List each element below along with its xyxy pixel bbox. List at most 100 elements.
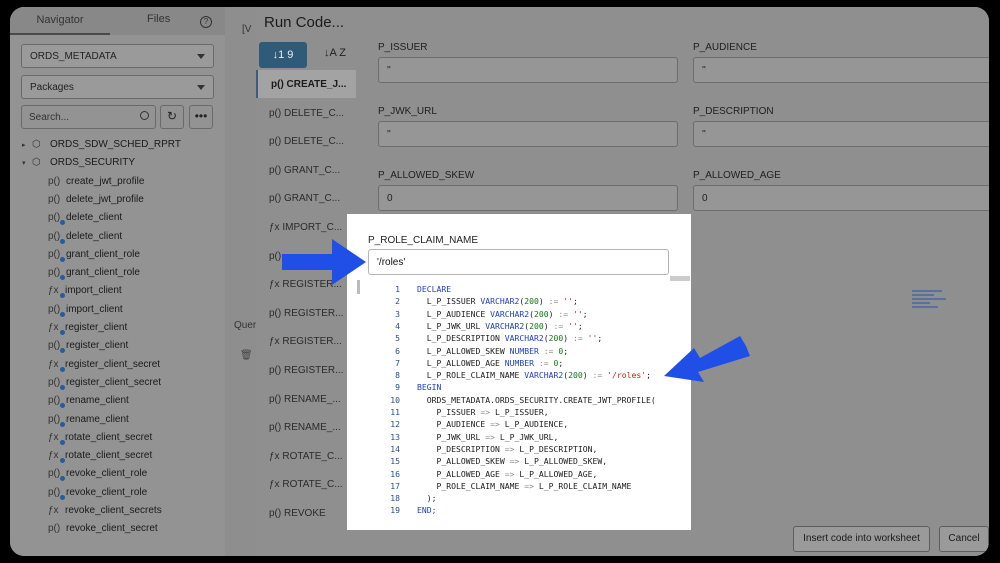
line-number: 15 [390,456,400,467]
tree-item[interactable]: p() delete_client [48,212,122,230]
tree-item[interactable]: p() register_client_secret [48,377,161,395]
procedure-list-item[interactable]: ƒx ROTATE_C... [256,442,356,470]
tree-item[interactable]: ƒx revoke_client_secrets [48,505,162,523]
tree-item[interactable]: p() grant_client_role [48,249,140,267]
tree-item-label: rename_client [66,395,129,407]
cancel-button[interactable]: Cancel [939,526,989,552]
object-type-select-value: Packages [30,82,74,93]
chevron-right-icon[interactable]: ▸ [22,141,32,149]
line-number: 4 [395,320,400,331]
procedure-list-label: GRANT_C... [284,164,341,176]
tree-item-label: grant_client_role [66,267,140,279]
procedure-list-label: ROTATE_C... [282,479,343,491]
tab-files[interactable]: Files [147,13,170,25]
procedure-icon: p() [269,107,284,119]
tree-item[interactable]: ƒx register_client [48,322,127,340]
function-icon: ƒx [269,450,283,462]
scrollbar-thumb[interactable] [670,276,690,281]
search-input[interactable]: Search... [21,105,156,129]
procedure-icon: p() [48,193,61,205]
procedure-list-label: IMPORT_C... [282,222,343,233]
procedure-list-label: RENAME_... [284,422,341,434]
object-type-select[interactable]: Packages [21,75,214,99]
procedure-list-label: GRANT_C... [284,193,341,205]
tree-item-label: rename_client [66,413,129,425]
procedure-icon: p() [269,193,284,205]
procedure-list-item[interactable]: p() GRANT_C... [256,184,356,212]
tree-item[interactable]: p() delete_jwt_profile [48,194,144,212]
procedure-list-item[interactable]: p() DELETE_C... [256,99,356,127]
refresh-button[interactable]: ↻ [160,105,184,129]
p-description-input[interactable]: '' [693,121,989,147]
code-text: L_P_ISSUER VARCHAR2(200) := ''; [426,296,578,307]
procedure-list-item[interactable]: ƒx ROTATE_C... [256,470,356,498]
tree-item[interactable]: ƒx register_client_secret [48,359,160,377]
code-text: L_P_AUDIENCE VARCHAR2(200) := ''; [426,308,588,319]
p-audience-input[interactable]: '' [693,57,989,83]
procedure-list-item[interactable]: ƒx REGISTER... [256,327,356,355]
p-allowed-skew-input[interactable]: 0 [378,185,678,211]
tree-item-label: register_client [66,340,129,352]
line-number: 1 [395,284,400,294]
procedure-list-item[interactable]: p() CREATE_J... [256,70,356,98]
tree-item[interactable]: p() revoke_client_role [48,487,147,505]
insert-code-button[interactable]: Insert code into worksheet [793,526,930,552]
sort-by-position-button[interactable]: ↓1 9 [259,42,307,68]
tree-item[interactable]: ƒx rotate_client_secret [48,450,152,468]
p-role-claim-name-input[interactable]: '/roles' [368,249,669,275]
procedure-icon: p() [269,136,284,148]
procedure-list-item[interactable]: p() REVOKE [256,499,356,527]
more-actions-button[interactable]: ••• [189,105,213,129]
sort-alphabetical-button[interactable]: ↓A Z [324,47,346,59]
refresh-icon: ↻ [166,109,178,123]
procedure-list-item[interactable]: p() REGISTER... [256,299,356,327]
code-text: L_P_ROLE_CLAIM_NAME VARCHAR2(200) := '/r… [426,370,651,381]
help-icon[interactable]: ? [200,16,212,28]
procedure-list-item[interactable]: p() RENAME_... [256,413,356,441]
function-icon: ƒx [48,505,59,516]
function-icon: ƒx [48,285,65,299]
code-text: END; [417,505,437,516]
tree-item[interactable]: p() revoke_client_secret [48,523,158,541]
tree-item[interactable]: p() delete_client [48,231,122,249]
code-text: L_P_JWK_URL VARCHAR2(200) := ''; [426,320,583,331]
tree-item[interactable]: ▸ ⬡ ORDS_SDW_SCHED_RPRT [22,139,181,157]
schema-select[interactable]: ORDS_METADATA [21,44,214,68]
line-number: 16 [390,468,400,479]
procedure-list-item[interactable]: p() RENAME_... [256,385,356,413]
tab-navigator[interactable]: Navigator [10,7,110,35]
p-issuer-input[interactable]: '' [378,57,678,83]
tree-item[interactable]: ƒx rotate_client_secret [48,432,152,450]
tree-item[interactable]: p() grant_client_role [48,267,140,285]
procedure-icon: p() [48,249,66,262]
procedure-icon: p() [269,393,284,405]
trash-icon[interactable]: 🗑 [240,350,253,361]
tree-item-label: register_client_secret [66,376,162,388]
search-icon [140,111,149,120]
tree-item[interactable]: p() create_jwt_profile [48,176,144,194]
procedure-icon: p() [269,422,284,434]
tree-item[interactable]: p() import_client [48,304,123,322]
procedure-list-item[interactable]: p() REGISTER... [256,356,356,384]
procedure-icon: p() [48,212,66,226]
p-allowed-age-input[interactable]: 0 [693,185,989,211]
p-jwk-url-input[interactable]: '' [378,121,678,147]
tree-item[interactable]: p() revoke_client_role [48,468,147,486]
procedure-icon: p() [48,175,61,187]
tree-item-label: ORDS_SECURITY [50,157,136,169]
tree-item[interactable]: ƒx import_client [48,285,122,303]
tree-item[interactable]: p() register_client [48,340,128,358]
p-jwk-url-label: P_JWK_URL [378,106,437,117]
procedure-list-item[interactable]: p() GRANT_C... [256,156,356,184]
p-allowed-skew-label: P_ALLOWED_SKEW [378,170,475,181]
tree-item-label: register_client [65,322,128,333]
procedure-list-item[interactable]: p() DELETE_C... [256,127,356,155]
code-text: P_ALLOWED_AGE => L_P_ALLOWED_AGE, [436,468,598,479]
worksheet-tab-fragment: [V [242,24,252,35]
procedure-list-label: REGISTER... [284,307,344,319]
chevron-down-icon[interactable]: ▾ [22,159,32,167]
tree-item[interactable]: ▾ ⬡ ORDS_SECURITY [22,157,135,175]
query-result-tab[interactable]: Quer [234,320,256,331]
tree-item[interactable]: p() rename_client [48,414,129,432]
tree-item[interactable]: p() rename_client [48,395,129,413]
